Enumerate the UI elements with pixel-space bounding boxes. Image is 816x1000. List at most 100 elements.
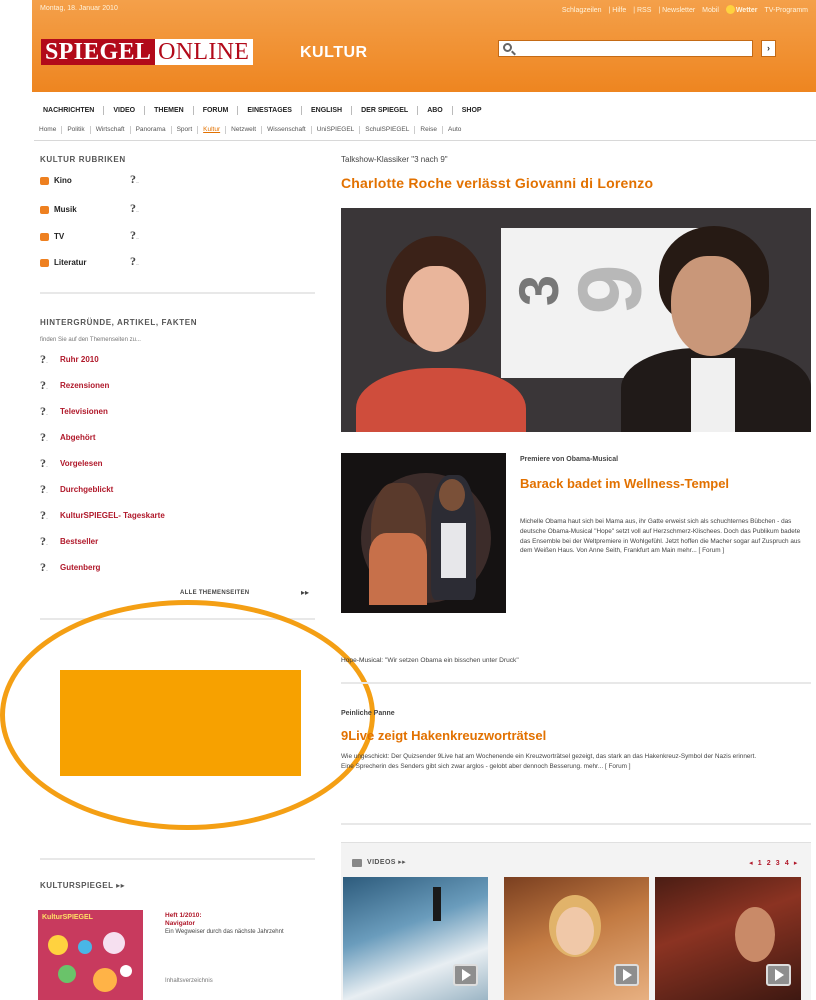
search-input[interactable] <box>498 40 753 57</box>
logo-online-text: ONLINE <box>155 39 254 65</box>
hintergruende-subtitle: finden Sie auf den Themenseiten zu... <box>40 337 141 343</box>
lead-photo[interactable]: 3 9 <box>341 208 811 432</box>
topic-durchgeblickt[interactable]: ?.. Durchgeblickt <box>40 482 113 497</box>
rubriken-heading: KULTUR RUBRIKEN <box>40 155 126 164</box>
topic-icon[interactable]: ?... <box>130 201 144 215</box>
topic-icon: ?.. <box>40 482 48 496</box>
lead-kicker: Talkshow-Klassiker "3 nach 9" <box>341 155 448 164</box>
video-thumbnail[interactable] <box>655 877 801 1000</box>
nav-forum[interactable]: FORUM <box>194 106 239 115</box>
highlight-ellipse <box>0 600 375 830</box>
rubrik-tv[interactable]: TV <box>40 232 64 241</box>
cover-decoration <box>58 965 76 983</box>
kulturspiegel-heading[interactable]: KULTURSPIEGEL ▸▸ <box>40 881 125 890</box>
bullet-icon <box>40 176 49 185</box>
double-arrow-icon: ▸▸ <box>116 881 126 890</box>
subnav-kultur[interactable]: Kultur <box>198 126 227 134</box>
logo-spiegel-text: SPIEGEL <box>41 39 156 65</box>
videos-heading[interactable]: VIDEOS ▸▸ <box>367 858 406 866</box>
topic-vorgelesen[interactable]: ?.. Vorgelesen <box>40 456 103 471</box>
topic-tageskarte[interactable]: ?.. KulturSPIEGEL- Tageskarte <box>40 508 165 523</box>
obama-related-link[interactable]: Hope-Musical: "Wir setzen Obama ein biss… <box>341 657 519 664</box>
bullet-icon <box>40 258 49 267</box>
cover-decoration <box>48 935 68 955</box>
subnav-auto[interactable]: Auto <box>443 126 466 134</box>
rubrik-kino[interactable]: Kino <box>40 176 72 185</box>
link-wetter[interactable]: Wetter <box>725 5 757 14</box>
topic-bestseller[interactable]: ?.. Bestseller <box>40 534 98 549</box>
section-title[interactable]: KULTUR <box>300 44 368 62</box>
link-mobil[interactable]: Mobil <box>702 7 719 14</box>
link-newsletter[interactable]: | Newsletter <box>658 7 695 14</box>
topic-gutenberg[interactable]: ?.. Gutenberg <box>40 560 100 575</box>
search-button[interactable]: › <box>761 40 776 57</box>
lead-headline[interactable]: Charlotte Roche verlässt Giovanni di Lor… <box>341 175 653 191</box>
person-figure <box>356 368 526 432</box>
topic-icon: ?.. <box>40 508 48 522</box>
obama-kicker: Premiere von Obama-Musical <box>520 456 619 463</box>
person-figure <box>691 358 735 432</box>
link-rss[interactable]: | RSS <box>633 7 651 14</box>
topic-icon: ?.. <box>40 560 48 574</box>
rubrik-musik[interactable]: Musik <box>40 205 77 214</box>
topic-icon: ?.. <box>40 352 48 366</box>
subnav-netzwelt[interactable]: Netzwelt <box>226 126 263 134</box>
link-tv-programm[interactable]: TV-Programm <box>764 7 808 14</box>
issue-title[interactable]: Heft 1/2010: Navigator <box>165 912 202 928</box>
video-thumbnail[interactable] <box>343 877 488 1000</box>
obama-musical-photo[interactable] <box>341 453 506 613</box>
nav-english[interactable]: ENGLISH <box>302 106 353 115</box>
main-navigation: NACHRICHTEN VIDEO THEMEN FORUM EINESTAGE… <box>34 106 816 115</box>
nav-der-spiegel[interactable]: DER SPIEGEL <box>352 106 419 115</box>
nav-themen[interactable]: THEMEN <box>145 106 194 115</box>
nav-video[interactable]: VIDEO <box>104 106 146 115</box>
subnav-panorama[interactable]: Panorama <box>131 126 172 134</box>
link-hilfe[interactable]: | Hilfe <box>609 7 627 14</box>
panne-headline[interactable]: 9Live zeigt Hakenkreuzworträtsel <box>341 728 546 743</box>
double-arrow-icon[interactable]: ▸▸ <box>301 588 309 597</box>
subnav-sport[interactable]: Sport <box>172 126 199 134</box>
play-icon[interactable] <box>453 964 478 986</box>
play-icon[interactable] <box>766 964 791 986</box>
figure-silhouette <box>433 887 441 921</box>
performer-figure <box>439 479 465 511</box>
issue-toc-link[interactable]: Inhaltsverzeichnis <box>165 978 213 984</box>
topic-ruhr-2010[interactable]: ?.. Ruhr 2010 <box>40 352 99 367</box>
video-thumbnail[interactable] <box>504 877 649 1000</box>
performer-figure <box>441 523 466 578</box>
nav-abo[interactable]: ABO <box>418 106 453 115</box>
videos-pager[interactable]: ◂ 1 2 3 4 ▸ <box>749 859 799 867</box>
topic-icon[interactable]: ?... <box>130 172 144 186</box>
cover-decoration <box>120 965 132 977</box>
rubrik-literatur[interactable]: Literatur <box>40 258 86 267</box>
subnav-reise[interactable]: Reise <box>415 126 443 134</box>
all-topics-link[interactable]: ALLE THEMENSEITEN <box>180 590 249 596</box>
videos-module: VIDEOS ▸▸ ◂ 1 2 3 4 ▸ <box>341 842 811 1000</box>
topic-icon[interactable]: ?... <box>130 228 144 242</box>
nav-shop[interactable]: SHOP <box>453 106 491 115</box>
topic-icon: ?.. <box>40 534 48 548</box>
sub-navigation: Home Politik Wirtschaft Panorama Sport K… <box>34 126 816 134</box>
kulturspiegel-cover-image[interactable]: KulturSPIEGEL <box>38 910 143 1000</box>
sidebar-divider <box>40 858 315 860</box>
topic-televisionen[interactable]: ?.. Televisionen <box>40 404 108 419</box>
subnav-home[interactable]: Home <box>34 126 63 134</box>
subnav-wissenschaft[interactable]: Wissenschaft <box>262 126 312 134</box>
site-logo[interactable]: SPIEGEL ONLINE <box>41 39 254 65</box>
nav-nachrichten[interactable]: NACHRICHTEN <box>34 106 105 115</box>
topic-icon: ?.. <box>40 378 48 392</box>
subnav-unispiegel[interactable]: UniSPIEGEL <box>312 126 361 134</box>
topic-icon[interactable]: ?... <box>130 254 144 268</box>
bullet-icon <box>40 205 49 214</box>
topic-rezensionen[interactable]: ?.. Rezensionen <box>40 378 109 393</box>
nav-einestages[interactable]: EINESTAGES <box>238 106 302 115</box>
person-figure <box>671 256 751 356</box>
subnav-wirtschaft[interactable]: Wirtschaft <box>91 126 131 134</box>
topic-abgehoert[interactable]: ?.. Abgehört <box>40 430 96 445</box>
subnav-schulspiegel[interactable]: SchulSPIEGEL <box>360 126 416 134</box>
subnav-politik[interactable]: Politik <box>62 126 91 134</box>
play-icon[interactable] <box>614 964 639 986</box>
header-date: Montag, 18. Januar 2010 <box>40 5 118 12</box>
obama-headline[interactable]: Barack badet im Wellness-Tempel <box>520 475 800 492</box>
link-schlagzeilen[interactable]: Schlagzeilen <box>562 7 602 14</box>
